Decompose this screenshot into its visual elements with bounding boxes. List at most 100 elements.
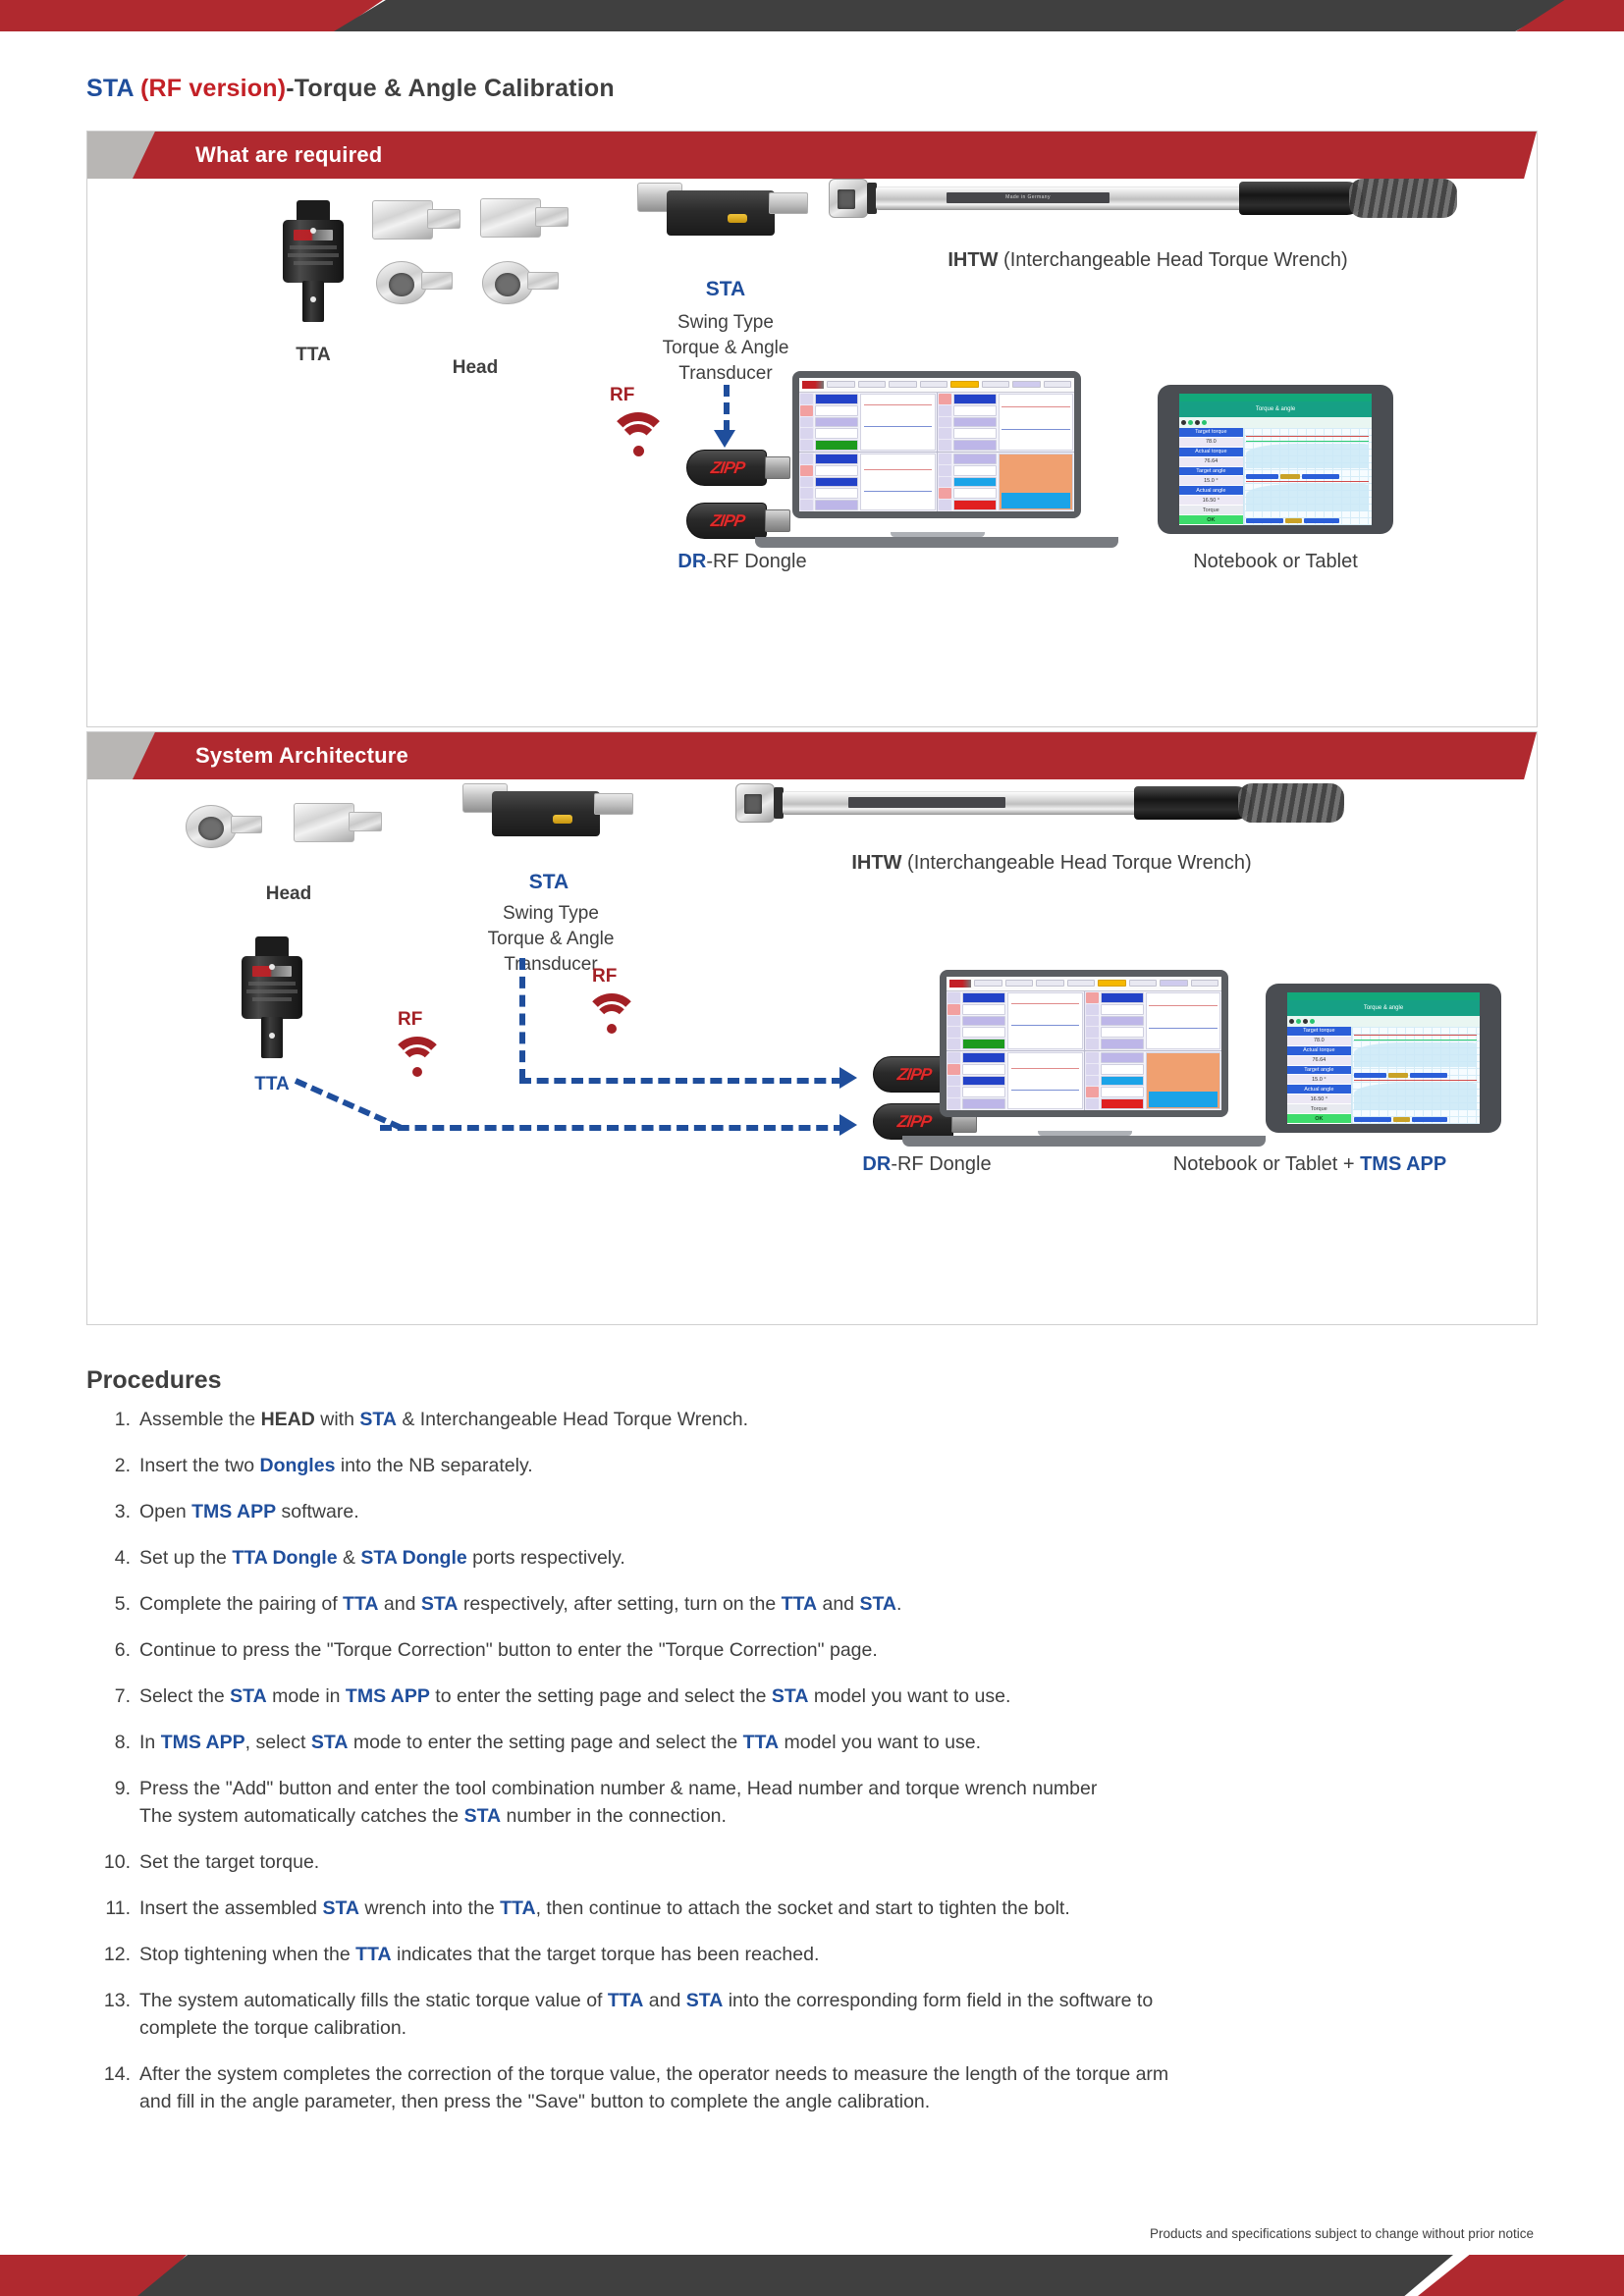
procedure-text-run: Stop tightening when the	[139, 1944, 356, 1965]
procedure-item: 3. Open TMS APP software.	[96, 1498, 1540, 1525]
procedure-text-run: Press the "Add" button and enter the too…	[139, 1778, 1098, 1799]
procedure-term-highlight: STA	[771, 1685, 809, 1707]
sta-label-text-2: STA	[528, 871, 569, 893]
tablet-status-badge: OK	[1179, 515, 1243, 525]
rf-label-required: RF	[610, 385, 635, 405]
procedure-item: 8. In TMS APP, select STA mode to enter t…	[96, 1729, 1540, 1756]
procedure-term-highlight: STA	[859, 1593, 896, 1615]
procedure-number: 9.	[114, 1778, 131, 1799]
bottom-banner-dark	[137, 2255, 1453, 2296]
procedure-term-highlight: TMS APP	[160, 1732, 245, 1753]
procedure-text: Open TMS APP software.	[139, 1498, 1540, 1525]
section-header-label-2: System Architecture	[195, 743, 408, 768]
procedure-text-run: & Interchangeable Head Torque Wrench.	[396, 1409, 748, 1430]
procedure-number: 13.	[103, 1990, 131, 2011]
procedure-text: Set up the TTA Dongle & STA Dongle ports…	[139, 1544, 1540, 1572]
laptop-required	[755, 371, 1118, 548]
procedure-number: 3.	[114, 1501, 131, 1522]
tablet-row-value-1: 76.64	[1179, 456, 1243, 467]
procedure-number: 4.	[114, 1547, 131, 1569]
sta-transducer-architecture	[462, 779, 649, 858]
procedure-number: 5.	[114, 1593, 131, 1615]
ihtw-wrench-required: Made in Germany	[829, 173, 1457, 230]
procedure-number: 2.	[114, 1455, 131, 1476]
tablet-screen-title-2: Torque & angle	[1287, 1000, 1480, 1017]
procedure-term-highlight: TTA	[742, 1732, 780, 1753]
procedures-list: 1. Assemble the HEAD with STA & Interchan…	[96, 1406, 1540, 2134]
procedure-text-run: mode to enter the setting page and selec…	[348, 1732, 743, 1753]
rf-arrow-head-required	[714, 430, 735, 448]
procedure-text-run: In	[139, 1732, 161, 1753]
procedure-number: 1.	[114, 1409, 131, 1430]
page-title-rf-version: (RF version)	[139, 75, 287, 102]
tablet-architecture: Torque & angle Target torque 78.0 Actual…	[1266, 984, 1501, 1133]
sta-transducer-required	[637, 179, 824, 257]
tta-device-required	[254, 200, 372, 326]
procedure-term-highlight: STA	[420, 1593, 459, 1615]
procedure-text: Insert the assembled STA wrench into the…	[139, 1895, 1540, 1922]
procedure-text-run: and	[378, 1593, 421, 1615]
section-header-required: What are required	[87, 132, 1537, 179]
sta-label-required: STA	[618, 277, 834, 303]
procedure-text-run: into the NB separately.	[335, 1455, 533, 1476]
procedure-number: 10.	[103, 1851, 131, 1873]
sta-desc2-line1: Swing Type	[503, 903, 599, 924]
dongle-prefix-2: DR	[862, 1153, 892, 1175]
sta-rf-arrowhead	[839, 1067, 857, 1089]
procedure-term-highlight: TTA	[607, 1990, 644, 2011]
device-caption-architecture: Notebook or Tablet + TMS APP	[1079, 1151, 1541, 1177]
procedure-text-run: and fill in the angle parameter, then pr…	[139, 2091, 931, 2112]
procedure-text: Set the target torque.	[139, 1848, 1540, 1876]
dongle-prefix: DR	[677, 551, 707, 572]
tablet2-row-label-3: Actual angle	[1287, 1085, 1351, 1095]
wifi-icon-upper	[576, 991, 647, 1037]
procedure-item: 6. Continue to press the "Torque Correcti…	[96, 1636, 1540, 1664]
tablet-row-label-2: Target angle	[1179, 466, 1243, 477]
procedure-term-highlight: STA	[463, 1805, 502, 1827]
procedure-text-run: Open	[139, 1501, 192, 1522]
tablet-row-label-4: Torque	[1179, 506, 1243, 516]
rf-indicator-lower-architecture: RF	[382, 1009, 490, 1099]
top-banner-dark	[334, 0, 1571, 31]
procedure-term-highlight: TTA	[500, 1897, 536, 1919]
procedure-number: 6.	[114, 1639, 131, 1661]
procedure-text-run: Set up the	[139, 1547, 233, 1569]
procedure-text-run: respectively, after setting, turn on the	[458, 1593, 782, 1615]
device-caption-app: TMS APP	[1360, 1153, 1447, 1175]
dongle-caption-architecture: DR-RF Dongle	[814, 1151, 1040, 1177]
procedure-text-run: and	[817, 1593, 860, 1615]
ihtw-full-2: (Interchangeable Head Torque Wrench)	[907, 852, 1252, 874]
procedure-text-run: to enter the setting page and select the	[429, 1685, 772, 1707]
dongle-suffix-2: -RF Dongle	[891, 1153, 992, 1175]
procedure-text-run: into the corresponding form field in the…	[723, 1990, 1154, 2011]
procedure-item: 10. Set the target torque.	[96, 1848, 1540, 1876]
head-adapters-architecture	[186, 793, 402, 881]
procedure-term-highlight: STA	[230, 1685, 267, 1707]
procedure-text-run: Complete the pairing of	[139, 1593, 344, 1615]
procedure-text-run: After the system completes the correctio…	[139, 2063, 1169, 2085]
ihtw-full: (Interchangeable Head Torque Wrench)	[1003, 249, 1348, 271]
tablet2-status-badge: OK	[1287, 1114, 1351, 1124]
sta-rf-path-vertical	[519, 958, 525, 1081]
sta-desc2-line2: Torque & Angle	[487, 929, 615, 949]
procedure-text-run: &	[337, 1547, 361, 1569]
procedure-text-run: indicates that the target torque has bee…	[391, 1944, 820, 1965]
procedure-term-highlight: STA	[359, 1409, 397, 1430]
procedure-text-run: The system automatically fills the stati…	[139, 1990, 608, 2011]
tablet2-row-label-4: Torque	[1287, 1104, 1351, 1115]
procedure-text-run: Assemble the	[139, 1409, 261, 1430]
procedure-number: 12.	[103, 1944, 131, 1965]
tta-label-required: TTA	[296, 345, 331, 365]
procedure-text-run: Insert the two	[139, 1455, 260, 1476]
procedure-text-run: , select	[244, 1732, 311, 1753]
procedure-term-highlight: TTA Dongle	[232, 1547, 338, 1569]
dongle-brand-lower: ZIPP	[709, 511, 746, 530]
procedure-text: Press the "Add" button and enter the too…	[139, 1775, 1540, 1830]
page-title-sta: STA	[86, 75, 134, 102]
tta-device-architecture	[213, 936, 331, 1062]
sta-desc-line2: Torque & Angle	[662, 338, 789, 358]
footer-note: Products and specifications subject to c…	[1150, 2226, 1534, 2241]
procedure-item: 7. Select the STA mode in TMS APP to ente…	[96, 1682, 1540, 1710]
tablet-required: Torque & angle Target torque 78.0 Actual…	[1158, 385, 1393, 534]
device-caption-plain: Notebook or Tablet +	[1172, 1153, 1361, 1175]
